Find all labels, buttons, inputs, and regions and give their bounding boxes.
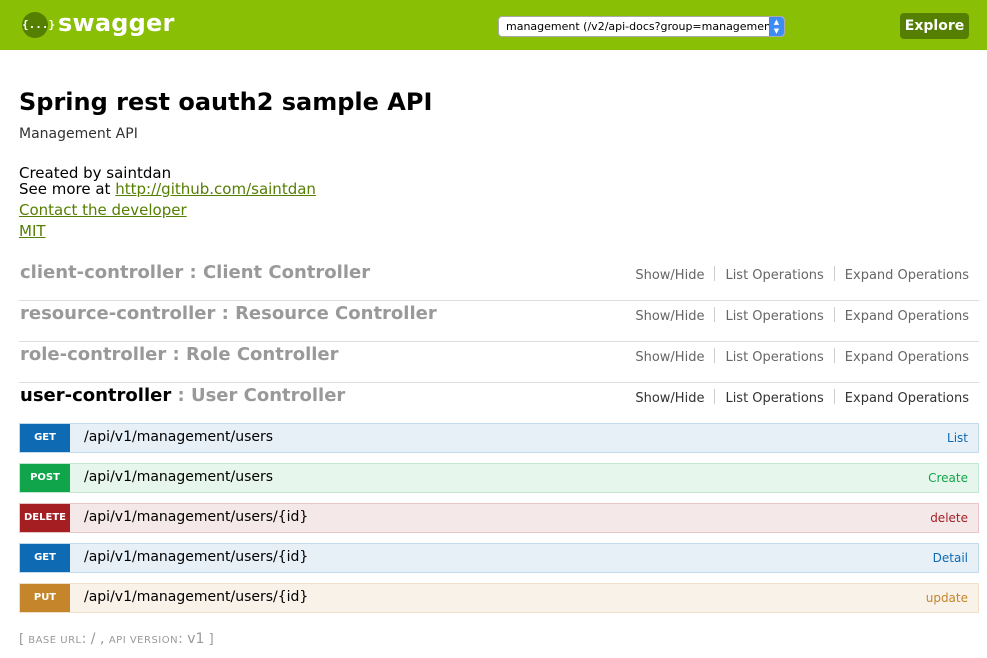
operation-path[interactable]: /api/v1/management/users/{id} xyxy=(84,589,308,605)
resource-client-controller: client-controller : Client Controller Sh… xyxy=(19,260,979,301)
resource-name[interactable]: user-controller xyxy=(20,385,171,406)
operation-delete-user[interactable]: DELETE /api/v1/management/users/{id} del… xyxy=(19,503,979,533)
contact-line: Contact the developer xyxy=(19,201,187,219)
show-hide-link[interactable]: Show/Hide xyxy=(635,309,704,324)
resource-heading[interactable]: client-controller : Client Controller xyxy=(20,262,370,283)
resource-description: Role Controller xyxy=(185,344,339,365)
resource-description: User Controller xyxy=(190,385,346,406)
operation-get-user-detail[interactable]: GET /api/v1/management/users/{id} Detail xyxy=(19,543,979,573)
resource-actions: Show/Hide List Operations Expand Operation… xyxy=(635,307,969,324)
contact-developer-link[interactable]: Contact the developer xyxy=(19,201,187,219)
divider xyxy=(833,389,835,404)
api-group-select-value: management (/v2/api-docs?group=managemen… xyxy=(506,20,780,33)
show-hide-link[interactable]: Show/Hide xyxy=(635,391,704,406)
resource-heading[interactable]: role-controller : Role Controller xyxy=(20,344,339,365)
divider xyxy=(833,266,835,281)
operation-summary[interactable]: List xyxy=(947,431,968,445)
operation-put-user[interactable]: PUT /api/v1/management/users/{id} update xyxy=(19,583,979,613)
show-hide-link[interactable]: Show/Hide xyxy=(635,350,704,365)
resource-name[interactable]: client-controller xyxy=(20,262,183,283)
resource-separator: : xyxy=(171,385,191,406)
list-operations-link[interactable]: List Operations xyxy=(725,309,823,324)
divider xyxy=(833,307,835,322)
resource-heading[interactable]: user-controller : User Controller xyxy=(20,385,345,406)
swagger-logo-icon[interactable]: {...} xyxy=(22,12,55,38)
divider xyxy=(833,348,835,363)
resource-actions: Show/Hide List Operations Expand Operation… xyxy=(635,266,969,283)
operation-path[interactable]: /api/v1/management/users xyxy=(84,469,273,485)
operation-summary[interactable]: delete xyxy=(930,511,968,525)
footer-close-bracket: ] xyxy=(204,632,214,647)
api-version-value: : v1 xyxy=(178,631,205,647)
expand-operations-link[interactable]: Expand Operations xyxy=(845,350,969,365)
see-more-prefix: See more at xyxy=(19,180,116,198)
footer-open-bracket: [ xyxy=(19,632,29,647)
resource-description: Client Controller xyxy=(202,262,371,283)
license-link[interactable]: MIT xyxy=(19,222,46,240)
operation-summary[interactable]: update xyxy=(926,591,968,605)
http-method-badge[interactable]: PUT xyxy=(20,584,70,612)
api-description: Management API xyxy=(19,126,138,142)
list-operations-link[interactable]: List Operations xyxy=(725,350,823,365)
divider xyxy=(714,348,716,363)
http-method-badge[interactable]: GET xyxy=(20,544,70,572)
resource-separator: : xyxy=(183,262,203,283)
resource-description: Resource Controller xyxy=(235,303,437,324)
divider xyxy=(714,266,716,281)
operation-path[interactable]: /api/v1/management/users/{id} xyxy=(84,549,308,565)
list-operations-link[interactable]: List Operations xyxy=(725,268,823,283)
operation-path[interactable]: /api/v1/management/users xyxy=(84,429,273,445)
expand-operations-link[interactable]: Expand Operations xyxy=(845,391,969,406)
swagger-logo-text[interactable]: swagger xyxy=(58,9,175,37)
divider xyxy=(714,389,716,404)
resource-name[interactable]: resource-controller xyxy=(20,303,215,324)
list-operations-link[interactable]: List Operations xyxy=(725,391,823,406)
resource-name[interactable]: role-controller xyxy=(20,344,166,365)
resource-user-controller: user-controller : User Controller Show/H… xyxy=(19,383,979,424)
http-method-badge[interactable]: GET xyxy=(20,424,70,452)
http-method-badge[interactable]: DELETE xyxy=(20,504,70,532)
resource-separator: : xyxy=(215,303,236,324)
resource-role-controller: role-controller : Role Controller Show/H… xyxy=(19,342,979,383)
api-group-select[interactable]: management (/v2/api-docs?group=managemen… xyxy=(498,16,785,37)
expand-operations-link[interactable]: Expand Operations xyxy=(845,309,969,324)
api-version-label: api version xyxy=(108,635,179,646)
resource-actions: Show/Hide List Operations Expand Operation… xyxy=(635,348,969,365)
resource-actions: Show/Hide List Operations Expand Operation… xyxy=(635,389,969,406)
resource-separator: : xyxy=(166,344,186,365)
base-url-label: base url xyxy=(28,635,82,646)
operation-post-users[interactable]: POST /api/v1/management/users Create xyxy=(19,463,979,493)
license-line: MIT xyxy=(19,222,46,240)
top-bar: {...} swagger management (/v2/api-docs?g… xyxy=(0,0,987,50)
api-title: Spring rest oauth2 sample API xyxy=(19,88,433,116)
operation-get-users[interactable]: GET /api/v1/management/users List xyxy=(19,423,979,453)
api-footer: [ base url: / , api version: v1 ] xyxy=(19,631,214,647)
http-method-badge[interactable]: POST xyxy=(20,464,70,492)
select-arrows-icon: ▲ ▼ xyxy=(769,17,784,36)
operation-summary[interactable]: Create xyxy=(928,471,968,485)
expand-operations-link[interactable]: Expand Operations xyxy=(845,268,969,283)
resource-heading[interactable]: resource-controller : Resource Controlle… xyxy=(20,303,437,324)
operation-summary[interactable]: Detail xyxy=(933,551,968,565)
divider xyxy=(714,307,716,322)
operation-path[interactable]: /api/v1/management/users/{id} xyxy=(84,509,308,525)
see-more-line: See more at http://github.com/saintdan xyxy=(19,180,316,198)
explore-button[interactable]: Explore xyxy=(900,13,969,39)
github-link[interactable]: http://github.com/saintdan xyxy=(115,180,316,198)
resource-resource-controller: resource-controller : Resource Controlle… xyxy=(19,301,979,342)
base-url-value: : / , xyxy=(81,631,109,647)
show-hide-link[interactable]: Show/Hide xyxy=(635,268,704,283)
